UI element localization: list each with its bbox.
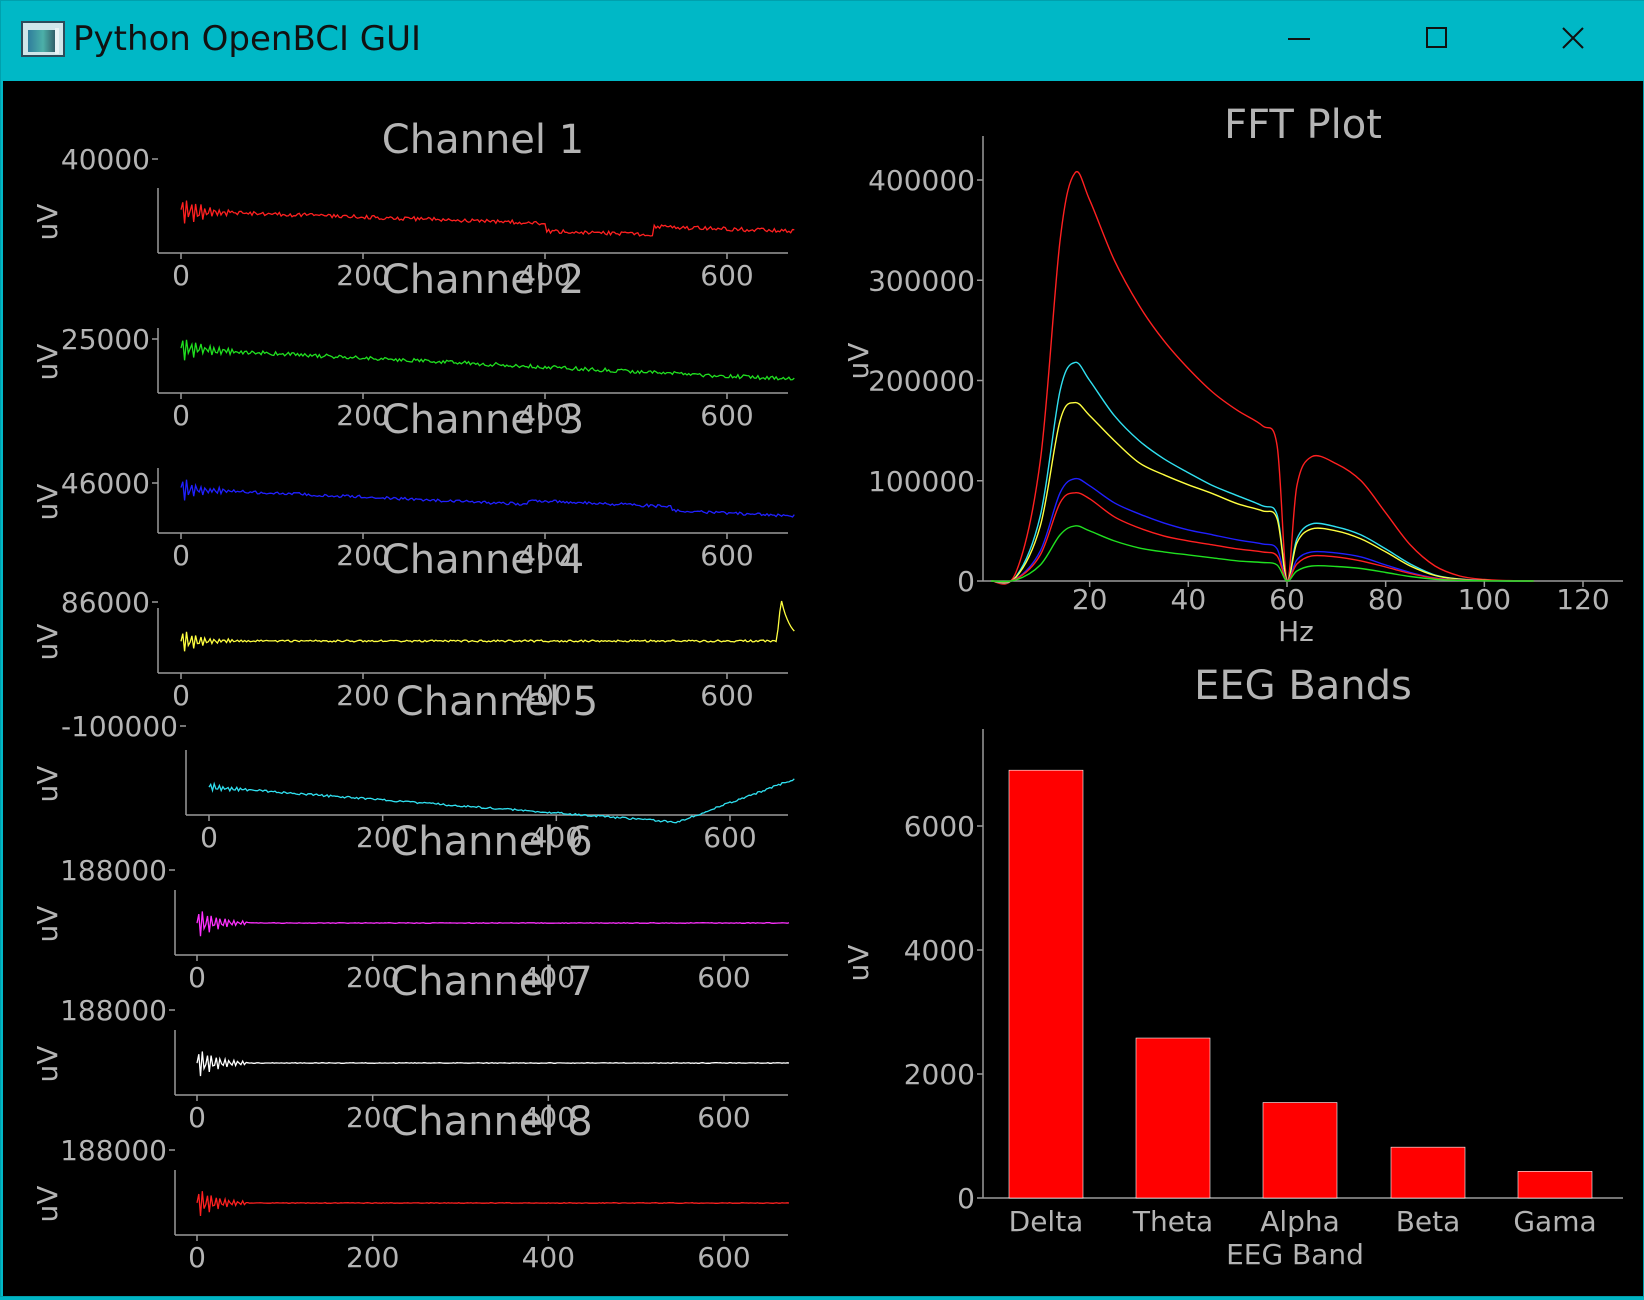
x-tick-label: 600 xyxy=(700,259,753,292)
y-tick-label: 25000 xyxy=(61,323,150,356)
x-tick-label: 600 xyxy=(697,1101,750,1134)
y-tick-label: 188000 xyxy=(60,994,167,1027)
channel-title: Channel 8 xyxy=(390,1099,592,1145)
x-tick-label: 0 xyxy=(172,259,190,292)
fft-title: FFT Plot xyxy=(1224,102,1382,148)
eeg-category-label: Delta xyxy=(1009,1205,1084,1238)
eeg-bar xyxy=(1262,1102,1338,1199)
y-axis-label: uV xyxy=(31,484,64,521)
y-tick-label: 40000 xyxy=(61,143,150,176)
plot-area: Channel 1 40000 uV 0 200 400 600 Channel 2 25000… xyxy=(3,81,1643,1296)
x-tick-label: 0 xyxy=(188,1241,206,1274)
x-tick-label: 400 xyxy=(522,1241,575,1274)
channel-trace xyxy=(180,479,795,518)
app-window: Python OpenBCI GUI Channel 1 40000 uV 0 200 4… xyxy=(0,0,1644,1297)
eeg-bands-title: EEG Bands xyxy=(1194,663,1412,709)
fft-series-line xyxy=(990,361,1534,584)
y-axis-label: uV xyxy=(31,204,64,241)
channel-title: Channel 7 xyxy=(390,959,592,1005)
channel-title: Channel 3 xyxy=(382,397,584,443)
x-tick-label: 600 xyxy=(703,821,756,854)
fft-x-tick-label: 80 xyxy=(1368,583,1404,616)
x-tick-label: 600 xyxy=(700,539,753,572)
x-tick-label: 0 xyxy=(188,961,206,994)
eeg-y-tick-label: 4000 xyxy=(904,934,975,967)
minimize-icon xyxy=(1288,38,1310,40)
y-tick-label: 46000 xyxy=(61,467,150,500)
fft-series-line xyxy=(990,170,1534,585)
x-tick-label: 0 xyxy=(200,821,218,854)
eeg-category-label: Gama xyxy=(1513,1205,1596,1238)
fft-y-tick-label: 300000 xyxy=(868,264,975,297)
fft-y-tick-label: 0 xyxy=(957,565,975,598)
eeg-bar xyxy=(1135,1037,1211,1199)
plots-canvas: Channel 140000uV0 200 400 600Channel 225000… xyxy=(31,102,1623,1274)
x-tick-label: 200 xyxy=(346,1241,399,1274)
x-tick-label: 600 xyxy=(700,679,753,712)
channel-title: Channel 5 xyxy=(396,679,598,725)
fft-x-tick-label: 100 xyxy=(1458,583,1511,616)
window-title: Python OpenBCI GUI xyxy=(73,19,422,59)
x-tick-label: 0 xyxy=(172,399,190,432)
y-tick-label: 188000 xyxy=(60,854,167,887)
fft-x-tick-label: 20 xyxy=(1072,583,1108,616)
eeg-bar xyxy=(1008,769,1084,1199)
maximize-button[interactable] xyxy=(1403,13,1473,65)
y-axis-label: uV xyxy=(31,1046,64,1083)
eeg-x-axis-label: EEG Band xyxy=(1226,1238,1364,1271)
channel-trace xyxy=(208,778,795,824)
channel-trace xyxy=(196,911,790,937)
minimize-button[interactable] xyxy=(1266,13,1336,65)
y-axis-label: uV xyxy=(31,1186,64,1223)
fft-x-tick-label: 40 xyxy=(1171,583,1207,616)
channel-title: Channel 2 xyxy=(382,257,584,303)
y-tick-label: 188000 xyxy=(60,1134,167,1167)
channel-trace xyxy=(180,339,795,381)
x-tick-label: 600 xyxy=(697,1241,750,1274)
fft-x-tick-label: 120 xyxy=(1556,583,1609,616)
y-axis-label: uV xyxy=(31,906,64,943)
y-axis-label: uV xyxy=(31,344,64,381)
eeg-y-tick-label: 0 xyxy=(957,1182,975,1215)
close-button[interactable] xyxy=(1539,13,1609,65)
eeg-bar xyxy=(1517,1171,1593,1199)
channel-trace xyxy=(196,1051,790,1077)
x-tick-label: 600 xyxy=(700,399,753,432)
channel-title: Channel 1 xyxy=(382,117,584,163)
y-axis-label: uV xyxy=(31,766,64,803)
channel-trace xyxy=(180,200,795,237)
eeg-y-tick-label: 6000 xyxy=(904,810,975,843)
title-bar[interactable]: Python OpenBCI GUI xyxy=(1,1,1644,81)
x-tick-label: 0 xyxy=(188,1101,206,1134)
y-tick-label: 86000 xyxy=(61,586,150,619)
eeg-y-tick-label: 2000 xyxy=(904,1058,975,1091)
fft-y-tick-label: 200000 xyxy=(868,365,975,398)
x-tick-label: 0 xyxy=(172,539,190,572)
close-icon xyxy=(1562,27,1584,49)
maximize-icon xyxy=(1426,27,1447,48)
x-tick-label: 0 xyxy=(172,679,190,712)
channel-trace xyxy=(196,1191,790,1217)
channel-trace xyxy=(180,600,795,652)
x-tick-label: 600 xyxy=(697,961,750,994)
channel-title: Channel 6 xyxy=(390,819,592,865)
eeg-category-label: Beta xyxy=(1396,1205,1461,1238)
x-tick-label: 200 xyxy=(336,679,389,712)
fft-y-tick-label: 400000 xyxy=(868,164,975,197)
fft-y-tick-label: 100000 xyxy=(868,465,975,498)
eeg-y-axis-label: uV xyxy=(842,945,875,982)
channel-title: Channel 4 xyxy=(382,537,584,583)
fft-y-axis-label: uV xyxy=(842,343,875,380)
fft-x-tick-label: 60 xyxy=(1269,583,1305,616)
eeg-bar xyxy=(1390,1146,1466,1199)
eeg-category-label: Theta xyxy=(1132,1205,1213,1238)
y-tick-label: -100000 xyxy=(61,710,178,743)
fft-series-line xyxy=(990,477,1534,583)
fft-x-axis-label: Hz xyxy=(1278,615,1314,648)
eeg-category-label: Alpha xyxy=(1260,1205,1340,1238)
app-window-icon xyxy=(21,21,65,57)
y-axis-label: uV xyxy=(31,624,64,661)
